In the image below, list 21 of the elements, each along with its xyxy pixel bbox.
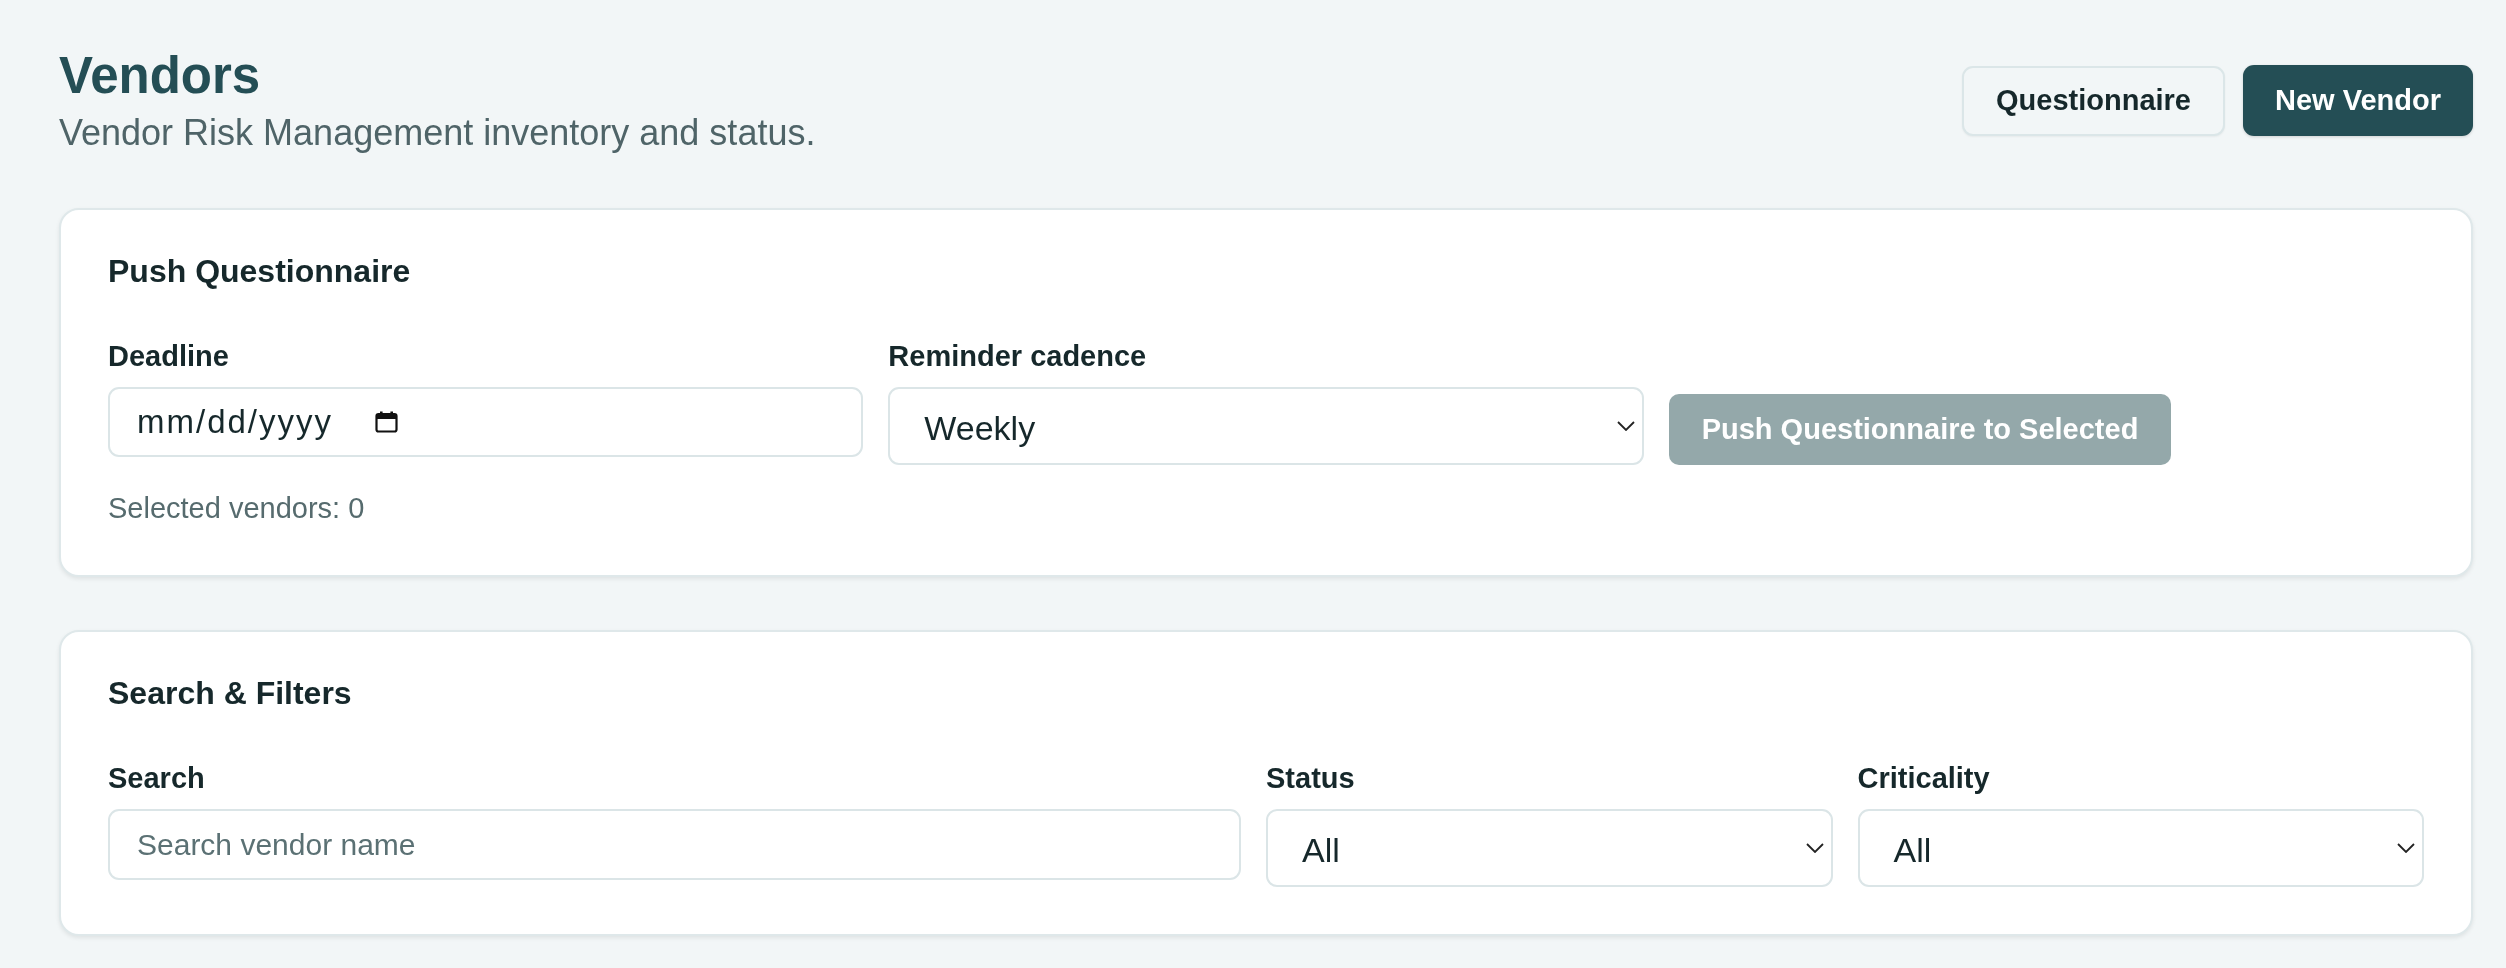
card-title: Push Questionnaire [108,252,411,291]
criticality-select[interactable]: All [1857,809,2424,888]
field-label: Deadline [108,339,229,375]
selected-vendors-count: Selected vendors: 0 [108,491,365,526]
new-vendor-button[interactable]: New Vendor [2243,65,2473,137]
questionnaire-button[interactable]: Questionnaire [1962,66,2225,136]
page-title: Vendors [59,46,261,106]
search-field[interactable]: Search vendor name [108,809,1241,881]
page-subtitle: Vendor Risk Management inventory and status. [59,111,816,156]
status-select[interactable]: All [1266,809,1833,888]
reminder-cadence-select[interactable]: Weekly [888,387,1644,466]
date-field[interactable]: mm/dd/yyyy [108,387,864,458]
card-title: Search & Filters [108,673,352,713]
calendar-icon [375,411,398,434]
chevron-down-icon [1616,421,1635,432]
field-label: Search [108,761,205,797]
field-label: Criticality [1857,761,1990,797]
field-label: Reminder cadence [888,339,1147,375]
chevron-down-icon [1805,843,1824,854]
chevron-down-icon [2397,843,2415,854]
field-label: Status [1266,761,1355,797]
